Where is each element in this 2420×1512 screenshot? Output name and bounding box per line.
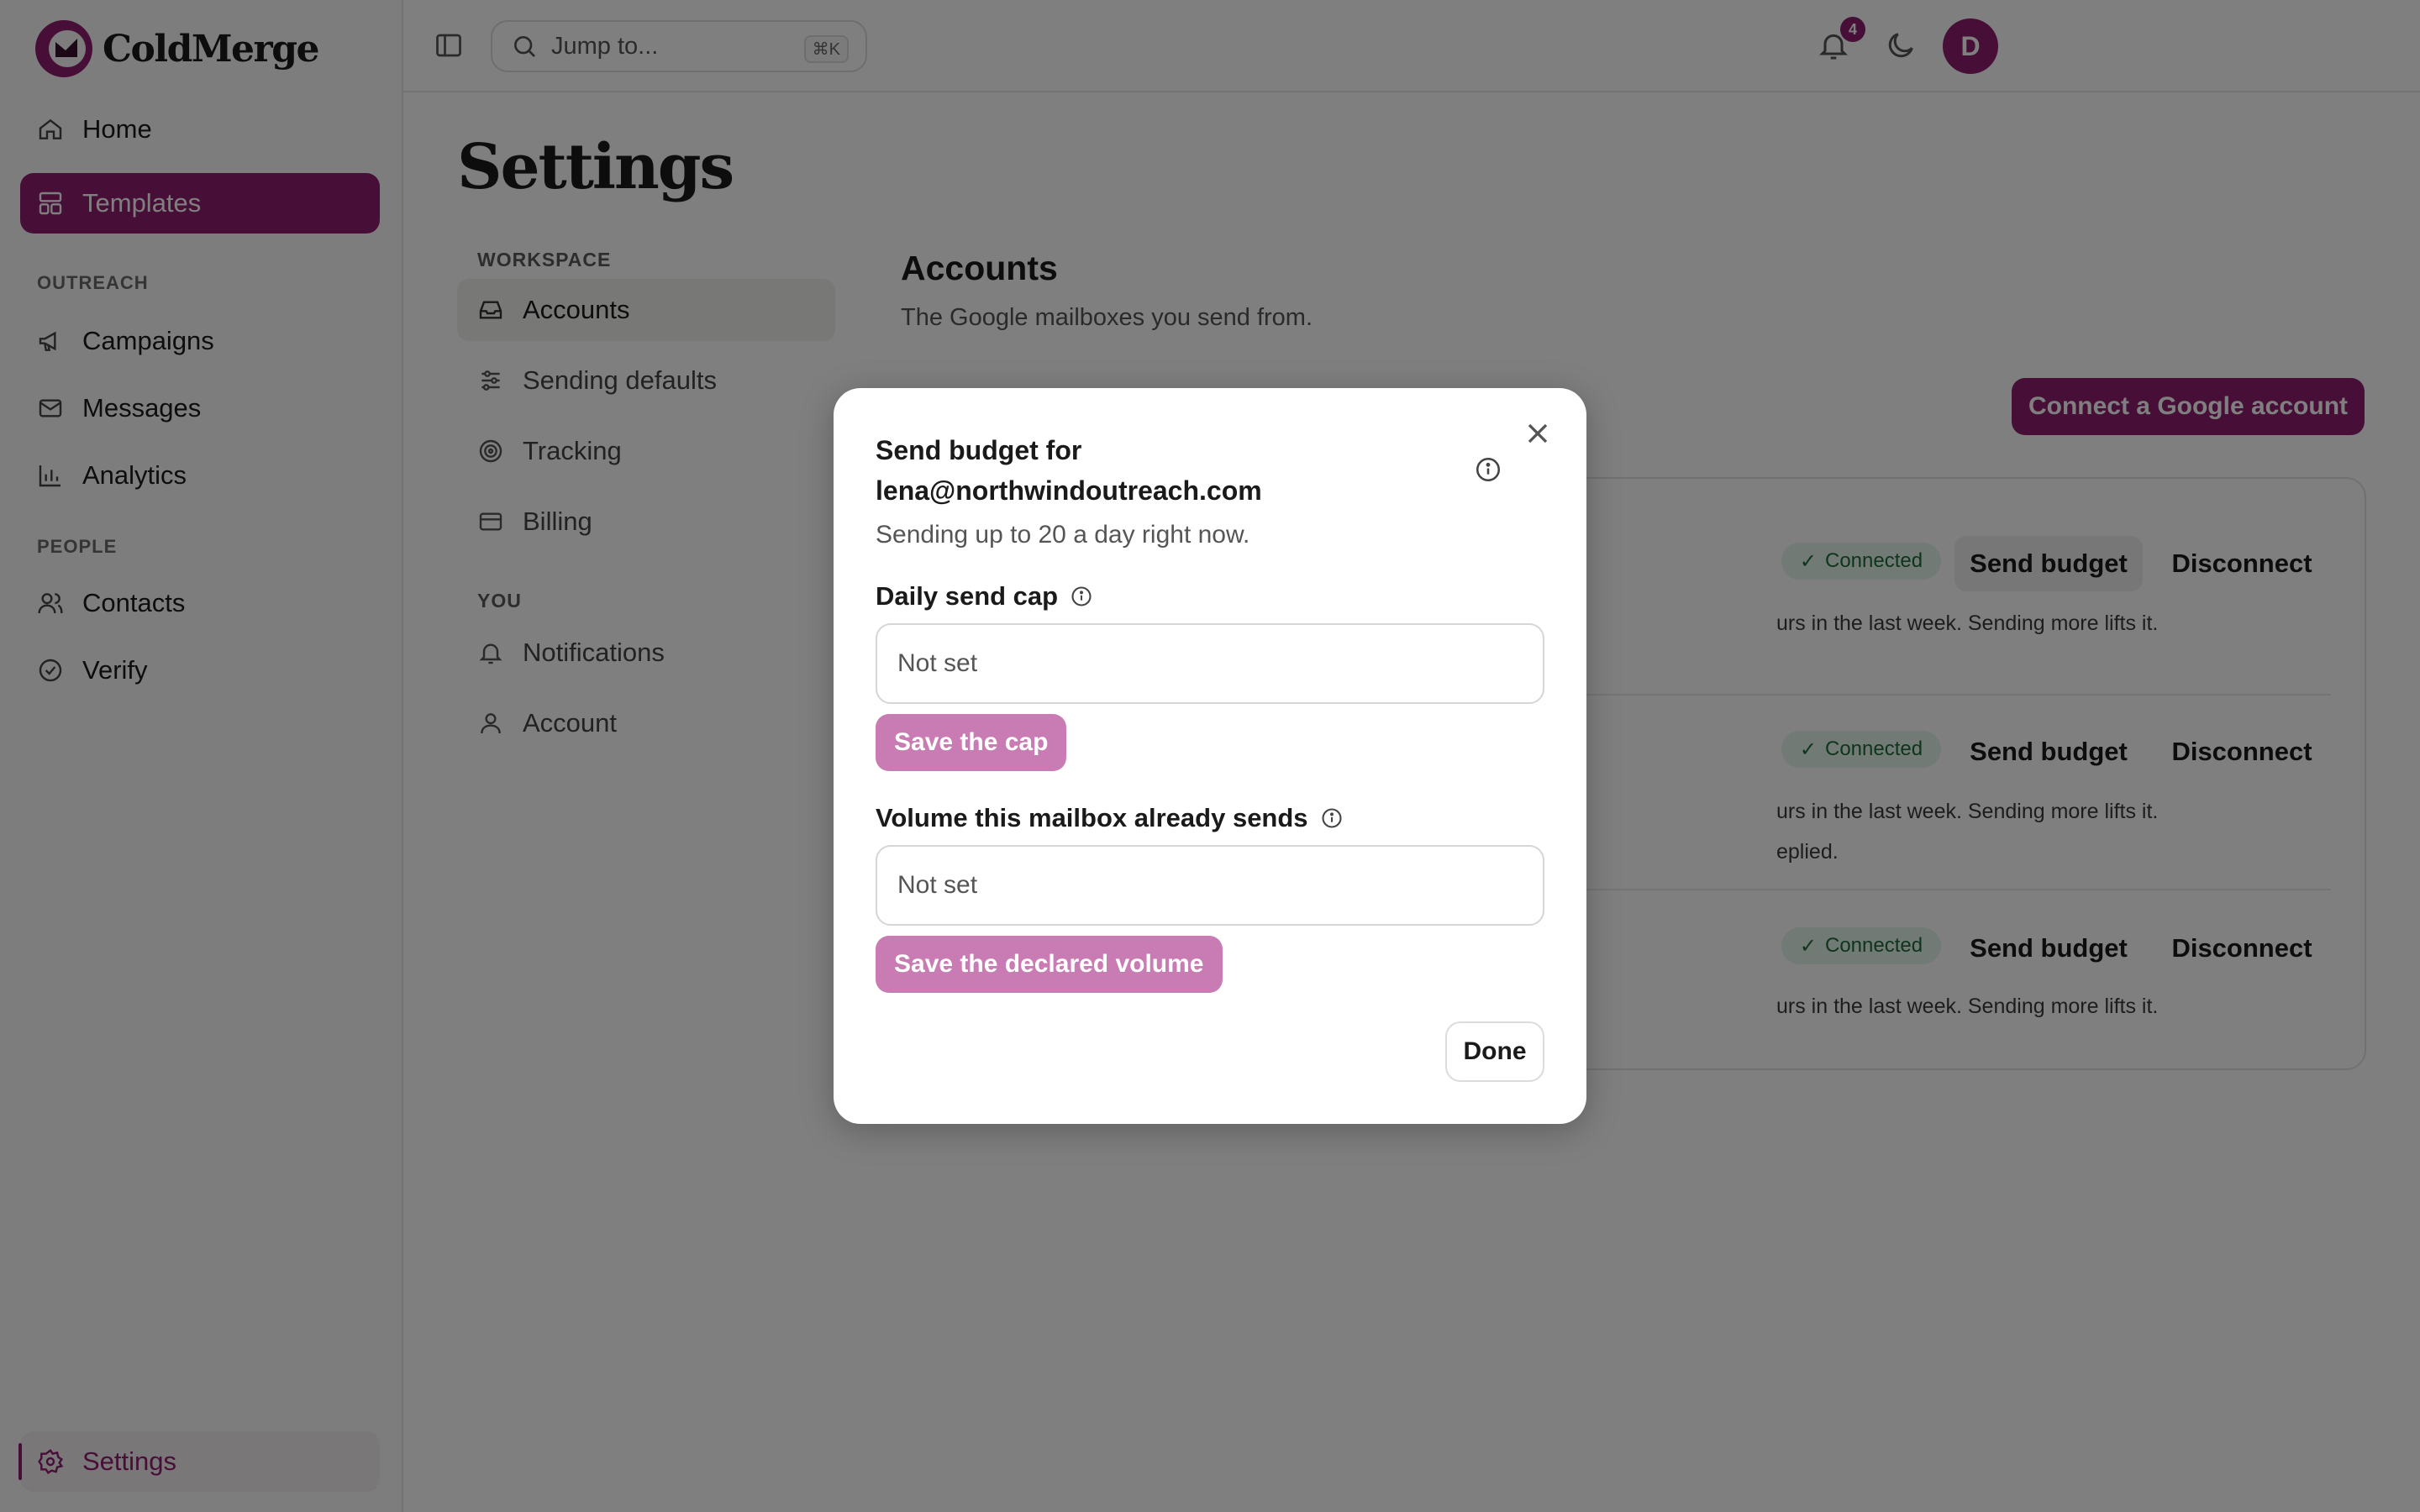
info-icon[interactable]: [1070, 585, 1093, 608]
dialog-title-line1: Send budget for: [876, 435, 1082, 465]
volume-label-text: Volume this mailbox already sends: [876, 803, 1308, 832]
save-declared-volume-button[interactable]: Save the declared volume: [876, 936, 1223, 993]
daily-cap-label-text: Daily send cap: [876, 581, 1059, 611]
daily-cap-input[interactable]: [876, 623, 1544, 704]
volume-label: Volume this mailbox already sends: [876, 803, 1344, 833]
daily-cap-label: Daily send cap: [876, 581, 1093, 612]
done-button[interactable]: Done: [1445, 1021, 1544, 1082]
dialog-subtitle: Sending up to 20 a day right now.: [876, 521, 1250, 549]
dialog-title-email: lena@northwindoutreach.com: [876, 475, 1262, 506]
app-root: ColdMerge Home Templates OUTREACH Campai…: [0, 0, 2420, 1512]
info-icon[interactable]: [1320, 806, 1344, 830]
declared-volume-input[interactable]: [876, 845, 1544, 926]
close-icon[interactable]: [1521, 417, 1555, 450]
dialog-title: Send budget for lena@northwindoutreach.c…: [876, 430, 1464, 511]
send-budget-dialog: Send budget for lena@northwindoutreach.c…: [834, 388, 1586, 1124]
save-cap-button[interactable]: Save the cap: [876, 714, 1067, 771]
info-icon[interactable]: [1474, 455, 1502, 484]
